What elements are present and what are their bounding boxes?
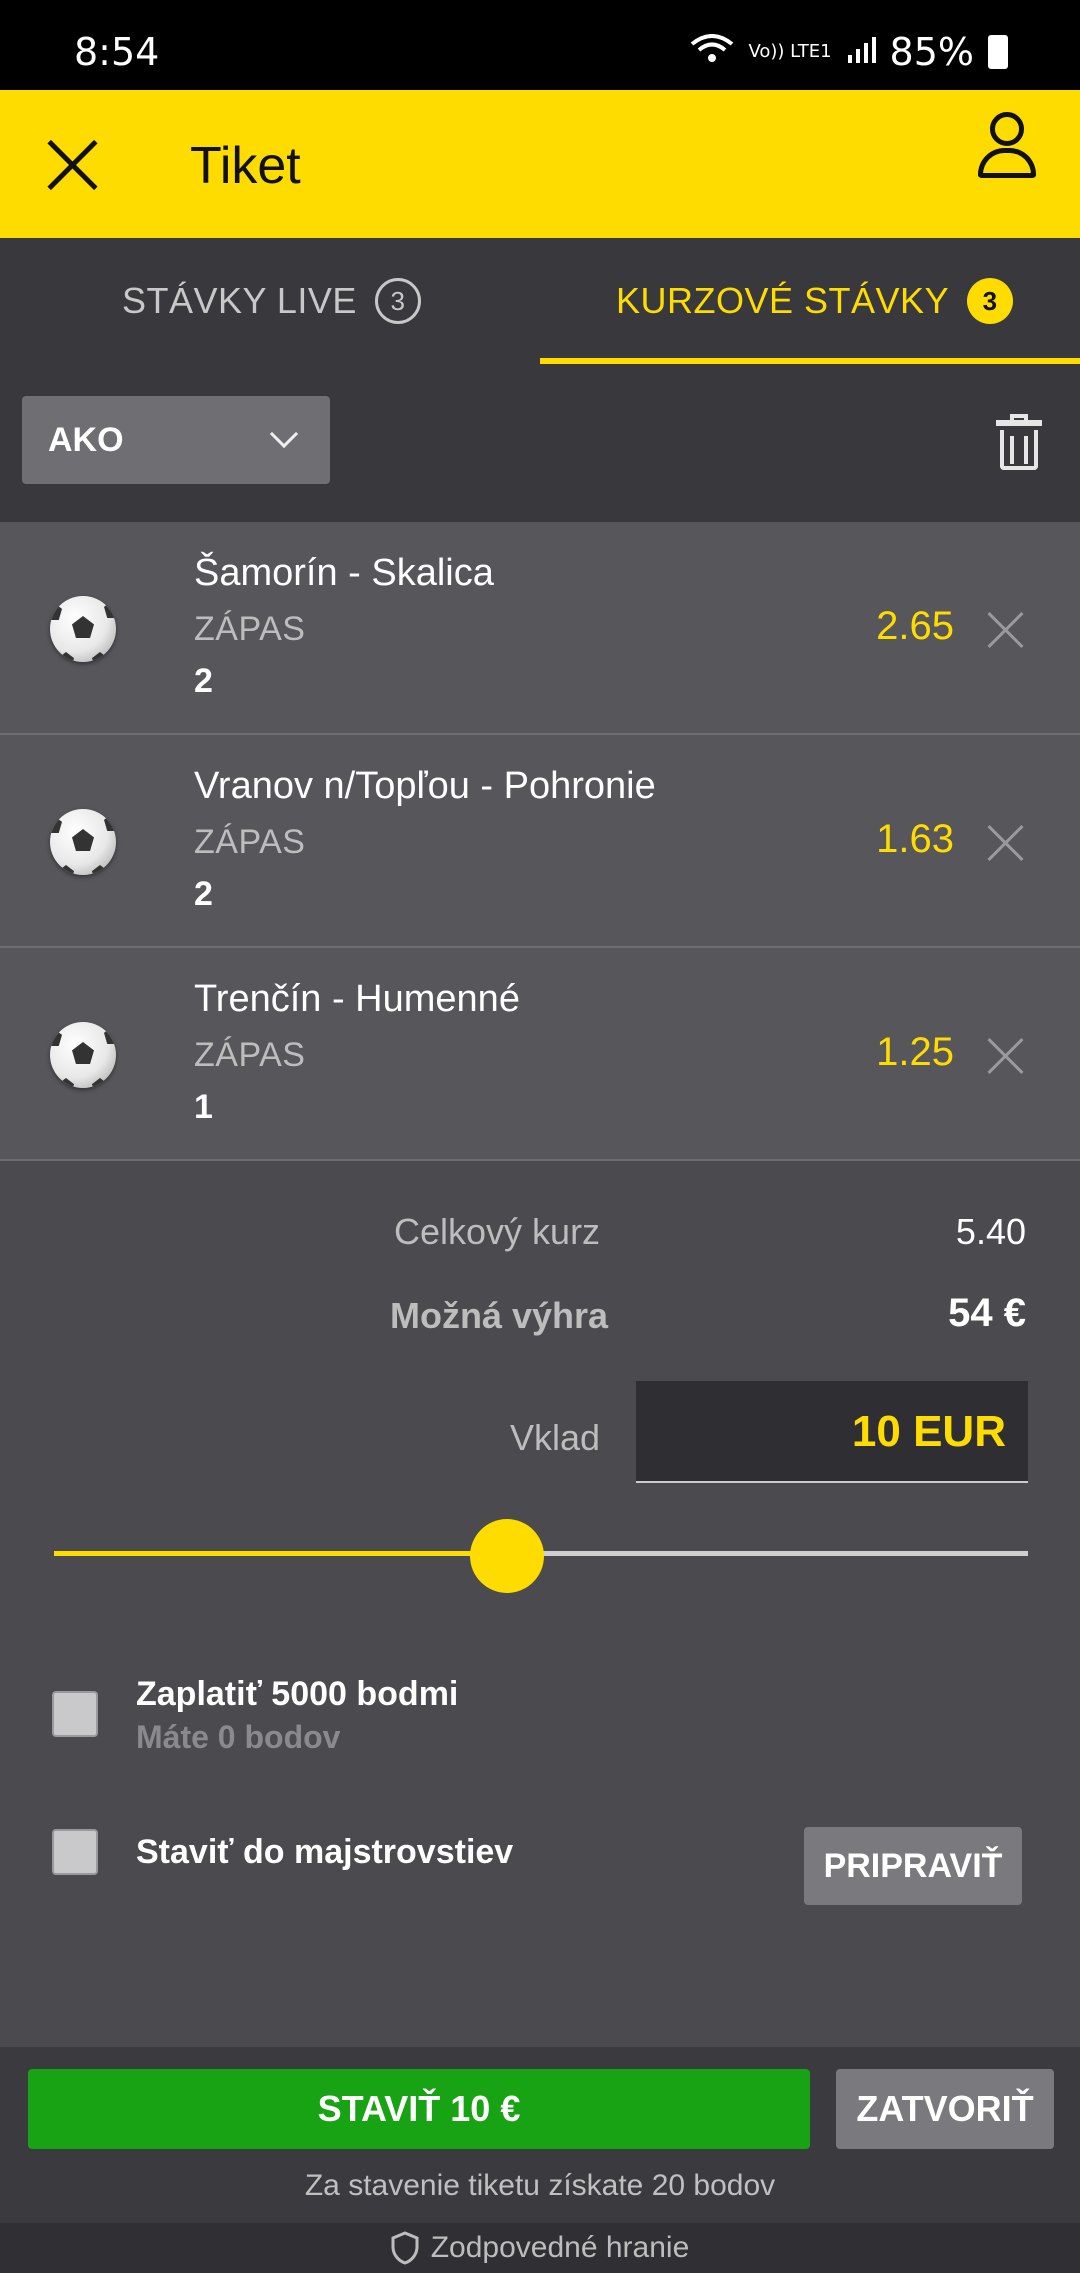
bet-type-value: AKO <box>48 420 124 459</box>
odds-value: 1.25 <box>876 1030 954 1074</box>
page-title: Tiket <box>190 137 301 195</box>
close-ticket-button[interactable]: ZATVORIŤ <box>836 2069 1054 2149</box>
soccer-ball-icon <box>50 596 116 662</box>
selection: 2 <box>194 662 213 700</box>
prepare-button[interactable]: PRIPRAVIŤ <box>804 1827 1022 1905</box>
shield-icon <box>391 2231 419 2265</box>
tab-count-badge: 3 <box>967 278 1014 324</box>
ticket-summary: Celkový kurz 5.40 Možná výhra 54 € Vklad… <box>0 1161 1080 2047</box>
tournament-checkbox[interactable] <box>52 1829 98 1875</box>
selection: 1 <box>194 1088 213 1126</box>
match-name: Šamorín - Skalica <box>194 552 494 594</box>
tab-label: KURZOVÉ STÁVKY <box>616 280 950 321</box>
remove-bet-icon[interactable] <box>988 612 1024 648</box>
total-odds-value: 5.40 <box>955 1211 1026 1252</box>
ticket-footer: STAVIŤ 10 € ZATVORIŤ Za stavenie tiketu … <box>0 2047 1080 2223</box>
chevron-down-icon <box>269 419 299 449</box>
market-name: ZÁPAS <box>194 1036 306 1074</box>
market-name: ZÁPAS <box>194 823 306 861</box>
user-profile-icon[interactable] <box>974 112 1040 192</box>
match-name: Vranov n/Topľou - Pohronie <box>194 765 656 807</box>
battery-percent: 85% <box>889 30 974 74</box>
trash-icon[interactable] <box>996 414 1042 470</box>
stake-label: Vklad <box>510 1417 601 1458</box>
app-header: Tiket <box>0 90 1080 238</box>
possible-win-value: 54 € <box>948 1291 1026 1335</box>
place-bet-button[interactable]: STAVIŤ 10 € <box>28 2069 810 2149</box>
match-name: Trenčín - Humenné <box>194 978 520 1020</box>
cell-signal-icon <box>846 30 876 74</box>
bet-row: Trenčín - Humenné ZÁPAS 1 1.25 <box>0 948 1080 1161</box>
status-indicators: Vo)) LTE1 85% <box>690 30 1008 74</box>
stake-input[interactable]: 10 EUR <box>636 1381 1028 1483</box>
bet-row: Šamorín - Skalica ZÁPAS 2 2.65 <box>0 522 1080 735</box>
battery-icon <box>988 35 1008 69</box>
remove-bet-icon[interactable] <box>988 1038 1024 1074</box>
tab-label: STÁVKY LIVE <box>122 280 357 321</box>
soccer-ball-icon <box>50 1022 116 1088</box>
odds-value: 2.65 <box>876 604 954 648</box>
responsible-gaming-label: Zodpovedné hranie <box>430 2231 690 2264</box>
wifi-signal-icon <box>690 33 734 71</box>
responsible-gaming-link[interactable]: Zodpovedné hranie <box>0 2223 1080 2273</box>
slider-fill <box>54 1551 507 1556</box>
points-note: Za stavenie tiketu získate 20 bodov <box>304 2169 776 2202</box>
pay-with-points-label: Zaplatiť 5000 bodmi <box>136 1675 459 1713</box>
bet-type-dropdown[interactable]: AKO <box>22 396 330 484</box>
pay-with-points-checkbox[interactable] <box>52 1691 98 1737</box>
possible-win-label: Možná výhra <box>390 1295 609 1336</box>
ticket-toolbar: AKO <box>0 364 1080 522</box>
tab-odds-bets[interactable]: KURZOVÉ STÁVKY 3 <box>616 238 1014 364</box>
selection: 2 <box>194 875 213 913</box>
bet-tabs: STÁVKY LIVE 3 KURZOVÉ STÁVKY 3 <box>0 238 1080 364</box>
market-name: ZÁPAS <box>194 610 306 648</box>
odds-value: 1.63 <box>876 817 954 861</box>
network-label: Vo)) LTE1 <box>748 41 832 62</box>
tournament-label: Staviť do majstrovstiev <box>136 1833 514 1871</box>
stake-slider[interactable] <box>54 1519 1028 1593</box>
remove-bet-icon[interactable] <box>988 825 1024 861</box>
total-odds-label: Celkový kurz <box>394 1211 601 1252</box>
tab-count-badge: 3 <box>374 278 421 324</box>
slider-thumb[interactable] <box>469 1519 544 1593</box>
points-balance: Máte 0 bodov <box>136 1719 341 1755</box>
bet-row: Vranov n/Topľou - Pohronie ZÁPAS 2 1.63 <box>0 735 1080 948</box>
bet-list: Šamorín - Skalica ZÁPAS 2 2.65 Vranov n/… <box>0 522 1080 1161</box>
status-time: 8:54 <box>74 30 160 74</box>
soccer-ball-icon <box>50 809 116 875</box>
status-bar: 8:54 Vo)) LTE1 85% <box>0 0 1080 90</box>
tab-live-bets[interactable]: STÁVKY LIVE 3 <box>122 238 421 364</box>
close-icon[interactable] <box>44 136 102 194</box>
